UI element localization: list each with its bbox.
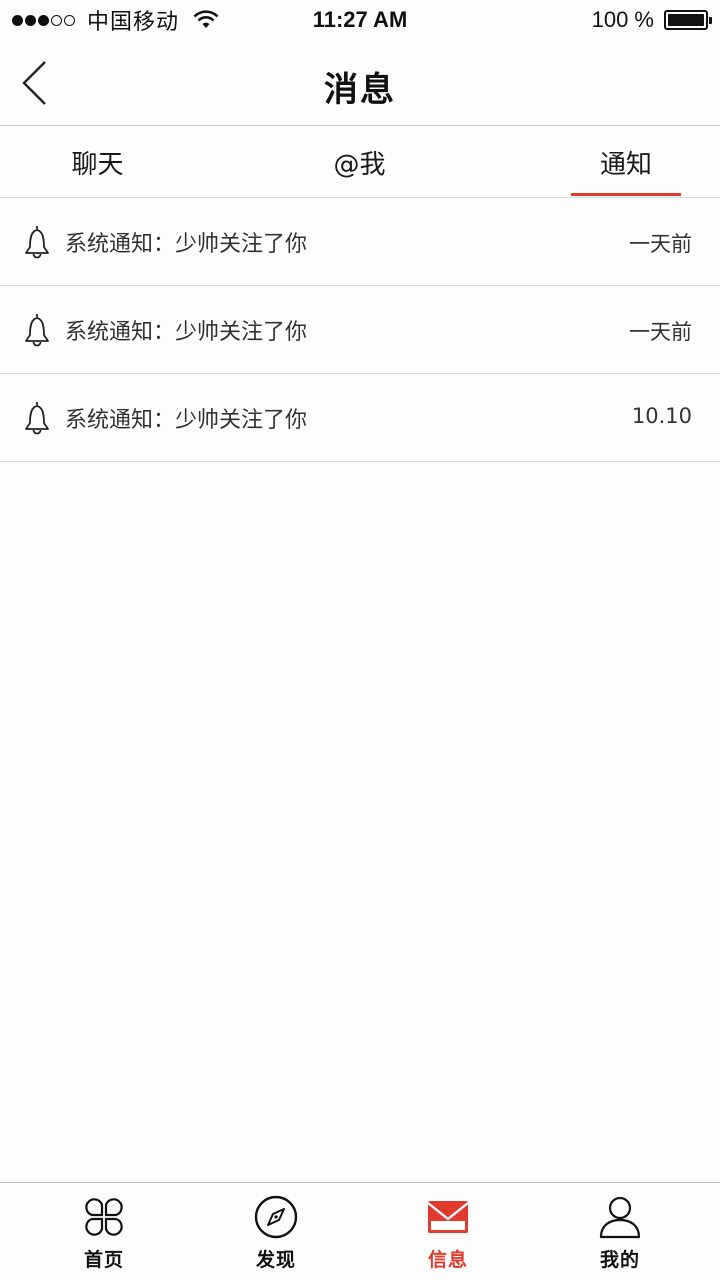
list-item[interactable]: 系统通知：少帅关注了你 一天前: [0, 198, 720, 286]
compass-icon: [254, 1195, 298, 1239]
notification-time: 10.10: [631, 404, 692, 428]
tabbar-home[interactable]: 首页: [42, 1183, 162, 1280]
bell-icon: [25, 402, 49, 435]
tabbar-messages-label: 信息: [427, 1249, 468, 1271]
list-item[interactable]: 系统通知：少帅关注了你 一天前: [0, 286, 720, 374]
status-right: 100 %: [591, 6, 712, 34]
battery-percent: 100 %: [591, 7, 654, 32]
clover-icon: [85, 1198, 123, 1236]
page-title: 消息: [324, 70, 396, 110]
battery-fill: [668, 14, 704, 26]
bell-icon: [25, 226, 49, 259]
tab-strip: 聊天 @我 通知: [0, 127, 720, 198]
notification-list: 系统通知：少帅关注了你 一天前 系统通知：少帅关注了你 一天前 系统通知：少帅关…: [0, 198, 720, 462]
tab-notifications[interactable]: 通知: [571, 127, 681, 197]
tab-mentions[interactable]: @我: [302, 127, 417, 197]
notification-time: 一天前: [629, 232, 692, 256]
tab-chat[interactable]: 聊天: [40, 127, 155, 197]
bottom-tab-bar: 首页 发现 信息 我的: [0, 1182, 720, 1280]
tabbar-home-label: 首页: [83, 1249, 124, 1271]
tabbar-me[interactable]: 我的: [558, 1183, 678, 1280]
active-tab-indicator: [571, 193, 681, 196]
tabbar-messages[interactable]: 信息: [386, 1183, 506, 1280]
nav-bar: 消息: [0, 40, 720, 126]
battery-icon: [664, 10, 712, 30]
notification-time: 一天前: [629, 320, 692, 344]
tabbar-discover[interactable]: 发现: [214, 1183, 334, 1280]
bell-icon: [25, 314, 49, 347]
envelope-icon: [427, 1201, 469, 1233]
notification-text: 系统通知：少帅关注了你: [65, 232, 308, 257]
list-item[interactable]: 系统通知：少帅关注了你 10.10: [0, 374, 720, 462]
status-bar: 中国移动 11:27 AM 100 %: [0, 0, 720, 40]
notification-text: 系统通知：少帅关注了你: [65, 320, 308, 345]
tabbar-me-label: 我的: [599, 1249, 640, 1271]
person-icon: [599, 1196, 641, 1239]
tabbar-discover-label: 发现: [255, 1249, 296, 1271]
notification-text: 系统通知：少帅关注了你: [65, 408, 308, 433]
